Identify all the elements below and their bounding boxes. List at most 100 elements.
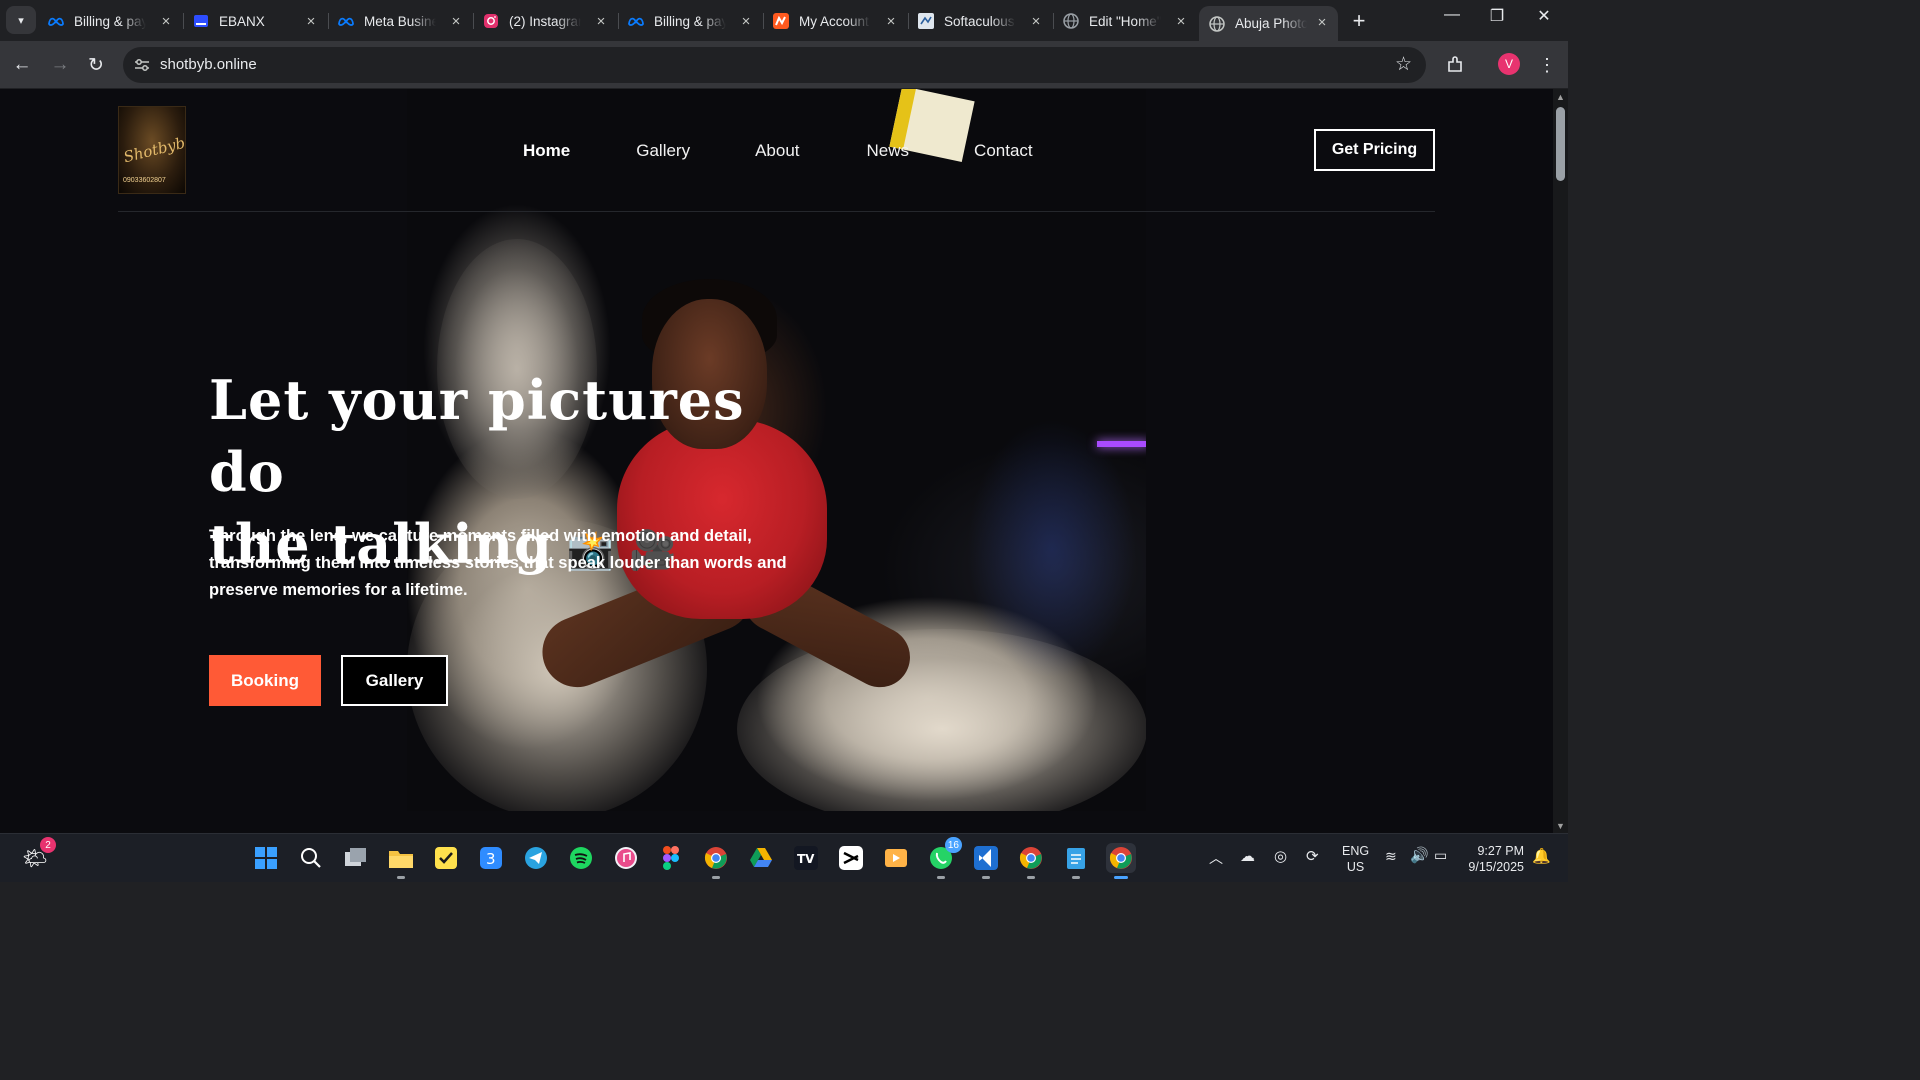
- search-icon[interactable]: [296, 843, 326, 873]
- telegram-icon[interactable]: [521, 843, 551, 873]
- norton-icon[interactable]: [431, 843, 461, 873]
- nav-gallery[interactable]: Gallery: [636, 141, 690, 161]
- chrome-profile-icon[interactable]: [1016, 843, 1046, 879]
- clock[interactable]: 9:27 PM 9/15/2025: [1466, 843, 1524, 875]
- close-icon[interactable]: ×: [303, 13, 319, 30]
- tab-title: Softaculous - WordPress: [944, 13, 1016, 29]
- tab-billing-1[interactable]: Billing & payments ×: [48, 6, 172, 36]
- close-icon[interactable]: ×: [1173, 13, 1189, 30]
- tab-my-account[interactable]: My Account Portal ×: [773, 6, 897, 36]
- svg-text:TV: TV: [797, 852, 815, 866]
- close-icon[interactable]: ×: [448, 13, 464, 30]
- tab-softaculous[interactable]: Softaculous - WordPress ×: [918, 6, 1042, 36]
- logo-phone: 09033602807: [123, 177, 166, 184]
- headline-line-1: Let your pictures do: [209, 368, 745, 504]
- date-text: 9/15/2025: [1468, 860, 1524, 874]
- notification-badge: 2: [40, 837, 56, 853]
- close-icon[interactable]: ×: [883, 13, 899, 30]
- close-icon[interactable]: ×: [1314, 14, 1330, 31]
- tab-billing-2[interactable]: Billing & payments ×: [628, 6, 752, 36]
- close-icon[interactable]: ×: [158, 13, 174, 30]
- google-drive-icon[interactable]: [746, 843, 776, 873]
- tradingview-icon[interactable]: TV: [791, 843, 821, 873]
- new-tab-button[interactable]: +: [1347, 8, 1371, 34]
- notification-bell-icon[interactable]: 🔔: [1532, 847, 1551, 865]
- close-icon[interactable]: ×: [738, 13, 754, 30]
- language-indicator[interactable]: ENG US: [1342, 843, 1369, 875]
- tab-title: Abuja Photography: [1235, 16, 1307, 31]
- region-text: US: [1346, 860, 1365, 874]
- file-explorer-icon[interactable]: [386, 843, 416, 879]
- chrome-active-icon[interactable]: [1106, 843, 1136, 879]
- reload-button[interactable]: ↻: [83, 52, 109, 78]
- video-player-icon[interactable]: [881, 843, 911, 873]
- globe-icon: [1209, 15, 1225, 32]
- hero-subtext: Through the lens, we capture moments fil…: [209, 527, 787, 599]
- language-text: ENG: [1342, 844, 1370, 858]
- start-icon[interactable]: [251, 843, 281, 873]
- meta-icon: [48, 13, 64, 29]
- get-pricing-button[interactable]: Get Pricing: [1314, 129, 1435, 171]
- back-button[interactable]: ←: [9, 52, 35, 78]
- nav-contact[interactable]: Contact: [974, 141, 1033, 161]
- tab-meta-business[interactable]: Meta Business Suite ×: [338, 6, 462, 36]
- booking-button[interactable]: Booking: [209, 655, 321, 706]
- site-logo[interactable]: Shotbyb 09033602807: [118, 106, 186, 194]
- vscode-icon[interactable]: [971, 843, 1001, 879]
- nav-about[interactable]: About: [755, 141, 799, 161]
- tab-abuja-photography[interactable]: Abuja Photography ×: [1199, 6, 1338, 41]
- task-view-icon[interactable]: [341, 843, 371, 873]
- address-bar[interactable]: shotbyb.online ☆: [123, 47, 1426, 83]
- tab-title: Meta Business Suite: [364, 13, 436, 29]
- tab-ebanx[interactable]: EBANX ×: [193, 6, 317, 36]
- spotify-icon[interactable]: [566, 843, 596, 873]
- page-scrollbar[interactable]: ▲ ▼: [1553, 89, 1568, 833]
- figma-icon[interactable]: [656, 843, 686, 873]
- tab-search-button[interactable]: ▾: [6, 6, 36, 34]
- scroll-up-icon[interactable]: ▲: [1556, 92, 1565, 102]
- volume-icon[interactable]: 🔊: [1410, 846, 1429, 864]
- logo-text: Shotbyb: [121, 133, 186, 167]
- meta-icon: [628, 13, 644, 29]
- widgets-icon[interactable]: 🌤 2: [20, 837, 56, 873]
- instagram-icon: [483, 13, 499, 29]
- bookmark-star-icon[interactable]: ☆: [1395, 53, 1412, 76]
- capcut-icon[interactable]: [836, 843, 866, 873]
- profile-avatar[interactable]: V: [1498, 53, 1520, 75]
- menu-kebab-icon[interactable]: ⋮: [1534, 52, 1560, 78]
- battery-icon[interactable]: ▭: [1434, 847, 1447, 864]
- browser-tab-strip: ▾ Billing & payments × EBANX × Meta Busi…: [0, 0, 1568, 41]
- chrome-icon[interactable]: [701, 843, 731, 879]
- itunes-icon[interactable]: [611, 843, 641, 873]
- nav-news[interactable]: News: [867, 141, 910, 161]
- url-text: shotbyb.online: [160, 56, 257, 73]
- scroll-down-icon[interactable]: ▼: [1556, 821, 1565, 831]
- minimize-icon[interactable]: —: [1437, 6, 1467, 24]
- whatsapp-badge: 16: [944, 837, 962, 853]
- tab-instagram[interactable]: (2) Instagram ×: [483, 6, 607, 36]
- app-3-icon[interactable]: 3: [476, 843, 506, 873]
- window-close-icon[interactable]: ✕: [1529, 6, 1559, 26]
- gallery-button[interactable]: Gallery: [341, 655, 448, 706]
- scrollbar-thumb[interactable]: [1556, 107, 1565, 181]
- tab-title: Edit "Home" ‹ Shotbyb: [1089, 13, 1161, 29]
- onedrive-icon[interactable]: ☁: [1240, 847, 1255, 865]
- close-icon[interactable]: ×: [1028, 13, 1044, 30]
- wifi-icon[interactable]: ≋: [1385, 848, 1397, 865]
- sync-icon[interactable]: ⟳: [1306, 847, 1319, 865]
- globe-icon: [1063, 13, 1079, 29]
- whatsapp-icon[interactable]: 16: [926, 837, 962, 879]
- nav-home[interactable]: Home: [523, 141, 570, 161]
- tab-title: Billing & payments: [74, 13, 146, 29]
- forward-button[interactable]: →: [47, 52, 73, 78]
- site-settings-icon[interactable]: [133, 56, 151, 74]
- chevron-up-icon[interactable]: ︿: [1209, 848, 1223, 868]
- app-tray-icon[interactable]: ◎: [1274, 847, 1287, 865]
- tab-edit-home[interactable]: Edit "Home" ‹ Shotbyb ×: [1063, 6, 1187, 36]
- close-icon[interactable]: ×: [593, 13, 609, 30]
- notepad-icon[interactable]: [1061, 843, 1091, 879]
- restore-icon[interactable]: ❐: [1482, 6, 1512, 26]
- softaculous-icon: [918, 13, 934, 29]
- ebanx-icon: [193, 13, 209, 29]
- extensions-icon[interactable]: [1442, 52, 1468, 78]
